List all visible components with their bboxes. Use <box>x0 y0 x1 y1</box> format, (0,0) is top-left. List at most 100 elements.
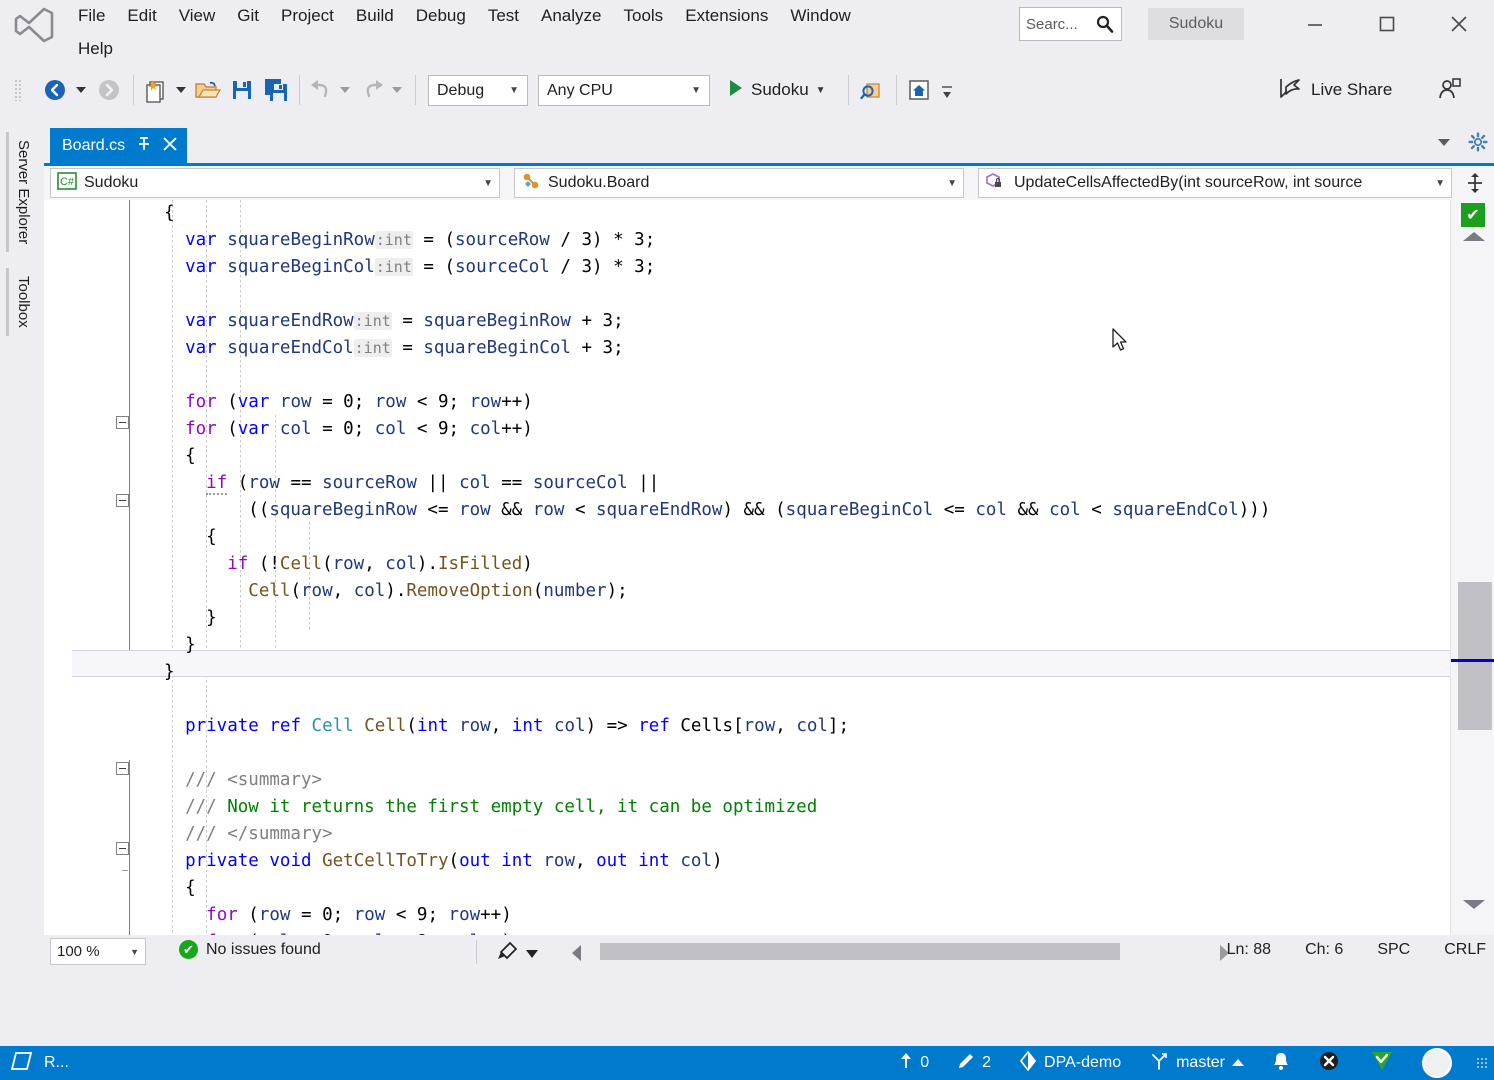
menu-item-analyze[interactable]: Analyze <box>530 4 612 28</box>
code-line[interactable]: private void GetCellToTry(out int row, o… <box>164 848 1270 875</box>
code-editor-surface[interactable]: { var squareBeginRow:int = (sourceRow / … <box>44 200 1494 935</box>
save-icon[interactable] <box>225 72 259 108</box>
search-input[interactable]: Searc... <box>1019 7 1122 41</box>
navigate-forward-icon[interactable] <box>90 72 128 108</box>
code-line[interactable]: var squareBeginCol:int = (sourceCol / 3)… <box>164 254 1270 281</box>
code-line[interactable]: for (var col = 0; col < 9; col++) <box>164 416 1270 443</box>
menu-item-extensions[interactable]: Extensions <box>674 4 779 28</box>
code-line[interactable]: /// <summary> <box>164 767 1270 794</box>
fold-toggle-summary[interactable] <box>116 762 129 775</box>
account-manager-icon[interactable] <box>1432 72 1468 108</box>
start-debug-button[interactable]: Sudoku ▼ <box>722 73 832 107</box>
toolbar-grip[interactable] <box>14 79 22 101</box>
code-line[interactable]: } <box>164 605 1270 632</box>
menu-item-tools[interactable]: Tools <box>613 4 675 28</box>
code-line[interactable]: if (row == sourceRow || col == sourceCol… <box>164 470 1270 497</box>
fold-toggle-getcelltotry[interactable] <box>116 842 129 855</box>
zoom-level-select[interactable]: 100 % ▼ <box>50 938 146 965</box>
new-item-dropdown-icon[interactable] <box>172 72 190 108</box>
maximize-button[interactable] <box>1364 4 1410 44</box>
undo-icon[interactable] <box>306 72 336 108</box>
horizontal-scrollbar[interactable] <box>572 942 1234 962</box>
outgoing-commits[interactable]: 0 <box>895 1049 933 1077</box>
sidebar-item-server-explorer[interactable]: Server Explorer <box>6 132 41 252</box>
redo-icon[interactable] <box>358 72 388 108</box>
menu-item-debug[interactable]: Debug <box>405 4 477 28</box>
minimize-button[interactable] <box>1292 4 1338 44</box>
tab-list-icon[interactable] <box>1436 135 1452 153</box>
indent-mode[interactable]: SPC <box>1377 941 1410 959</box>
solution-configuration-select[interactable]: Debug ▼ <box>428 75 528 106</box>
code-line[interactable] <box>164 281 1270 308</box>
close-tab-icon[interactable] <box>163 137 177 155</box>
indicator-margin[interactable] <box>44 200 72 935</box>
menu-item-test[interactable]: Test <box>477 4 530 28</box>
navigate-back-icon[interactable] <box>36 72 74 108</box>
code-line[interactable]: for (var row = 0; row < 9; row++) <box>164 389 1270 416</box>
menu-item-project[interactable]: Project <box>270 4 345 28</box>
home-window-icon[interactable] <box>903 72 935 108</box>
fold-toggle-if-block[interactable] <box>116 494 129 507</box>
navigate-back-dropdown-icon[interactable] <box>72 72 90 108</box>
open-folder-icon[interactable] <box>190 72 224 108</box>
pin-icon[interactable] <box>137 136 151 156</box>
undo-dropdown-icon[interactable] <box>336 72 354 108</box>
code-line[interactable]: for (row = 0; row < 9; row++) <box>164 902 1270 929</box>
search-file-icon[interactable] <box>856 72 888 108</box>
chevron-down-icon[interactable]: ▼ <box>816 85 826 96</box>
horizontal-scroll-thumb[interactable] <box>600 943 1120 960</box>
code-line[interactable]: if (!Cell(row, col).IsFilled) <box>164 551 1270 578</box>
code-line[interactable]: var squareEndRow:int = squareBeginRow + … <box>164 308 1270 335</box>
line-endings[interactable]: CRLF <box>1444 941 1486 959</box>
code-line[interactable]: var squareEndCol:int = squareBeginCol + … <box>164 335 1270 362</box>
fold-toggle-outer-for[interactable] <box>116 416 129 429</box>
code-line[interactable]: { <box>164 524 1270 551</box>
document-tab-board-cs[interactable]: Board.cs <box>50 128 187 163</box>
code-line[interactable]: Cell(row, col).RemoveOption(number); <box>164 578 1270 605</box>
code-line[interactable]: /// </summary> <box>164 821 1270 848</box>
code-cleanup-button[interactable] <box>496 941 538 967</box>
code-line[interactable] <box>164 362 1270 389</box>
resize-grip-icon[interactable] <box>1476 1057 1488 1069</box>
navbar-type-select[interactable]: Sudoku.Board ▼ <box>514 168 964 198</box>
menu-item-edit[interactable]: Edit <box>116 4 167 28</box>
branch-selector[interactable]: master <box>1145 1049 1248 1077</box>
code-line[interactable]: } <box>164 632 1270 659</box>
close-button[interactable] <box>1436 4 1482 44</box>
solution-platform-select[interactable]: Any CPU ▼ <box>538 75 710 106</box>
menu-item-file[interactable]: File <box>67 4 116 28</box>
pending-changes[interactable]: 2 <box>953 1049 995 1077</box>
scroll-left-icon[interactable] <box>572 945 581 961</box>
code-line[interactable]: } <box>164 659 1270 686</box>
issues-status[interactable]: ✔ No issues found <box>179 940 321 959</box>
code-line[interactable]: ((squareBeginRow <= row && row < squareE… <box>164 497 1270 524</box>
code-line[interactable]: private ref Cell Cell(int row, int col) … <box>164 713 1270 740</box>
navbar-project-select[interactable]: C# Sudoku ▼ <box>50 168 500 198</box>
success-badge[interactable] <box>1366 1049 1398 1077</box>
menu-item-window[interactable]: Window <box>779 4 861 28</box>
scroll-up-icon[interactable] <box>1463 232 1485 241</box>
vertical-scroll-thumb[interactable] <box>1458 582 1492 730</box>
live-share-button[interactable]: Live Share <box>1277 75 1392 105</box>
code-health-ok-icon[interactable]: ✔ <box>1461 203 1485 227</box>
code-line[interactable]: { <box>164 443 1270 470</box>
sidebar-item-toolbox[interactable]: Toolbox <box>6 268 41 336</box>
code-line[interactable]: /// Now it returns the first empty cell,… <box>164 794 1270 821</box>
code-line[interactable]: { <box>164 200 1270 227</box>
avatar[interactable] <box>1418 1049 1456 1077</box>
vertical-scrollbar[interactable]: ✔ <box>1450 200 1494 935</box>
notifications-button[interactable] <box>1268 1049 1294 1077</box>
code-line[interactable] <box>164 740 1270 767</box>
toolbar-overflow-icon[interactable] <box>936 80 958 104</box>
split-window-icon[interactable] <box>1458 168 1492 198</box>
code-line[interactable]: var squareBeginRow:int = (sourceRow / 3)… <box>164 227 1270 254</box>
menu-item-build[interactable]: Build <box>345 4 405 28</box>
chevron-down-icon[interactable] <box>526 946 538 963</box>
menu-item-git[interactable]: Git <box>226 4 270 28</box>
code-line[interactable] <box>164 686 1270 713</box>
code-content[interactable]: { var squareBeginRow:int = (sourceRow / … <box>164 200 1270 935</box>
menu-item-view[interactable]: View <box>168 4 227 28</box>
code-line[interactable]: { <box>164 875 1270 902</box>
save-all-icon[interactable] <box>259 72 293 108</box>
new-item-icon[interactable] <box>140 72 172 108</box>
